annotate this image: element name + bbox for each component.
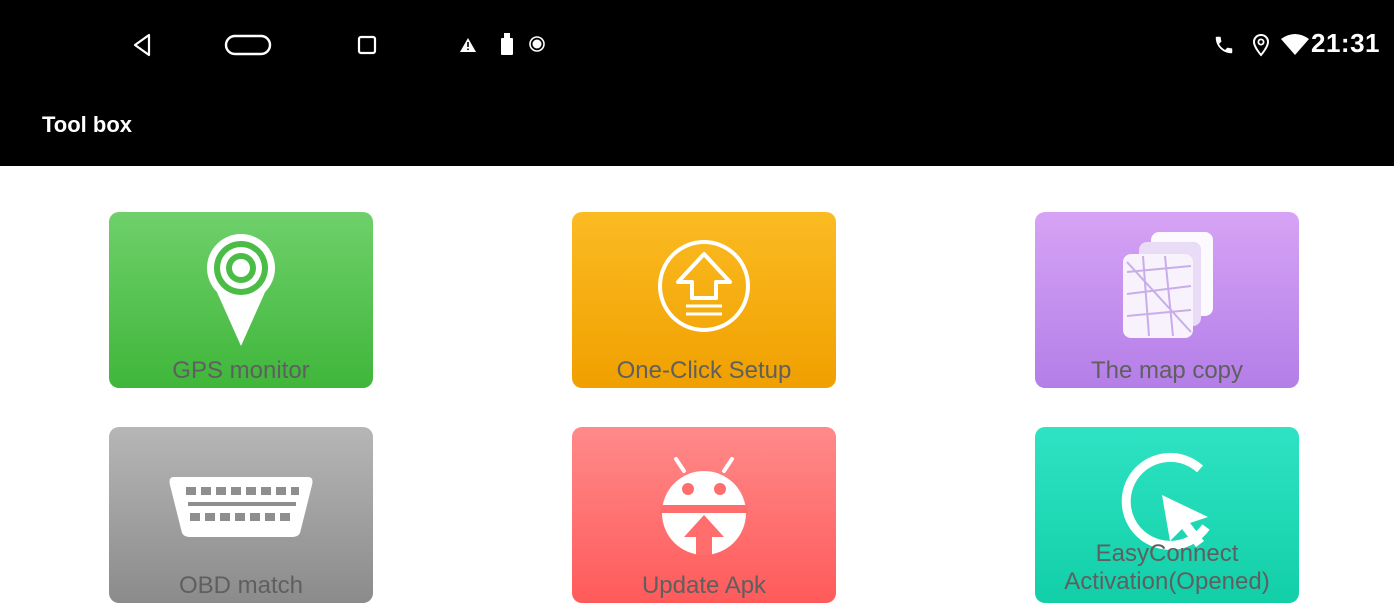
tool-tile-gps-monitor[interactable]: GPS monitor bbox=[109, 212, 373, 388]
status-clock: 21:31 bbox=[1311, 28, 1380, 58]
tool-tile-map-copy[interactable]: The map copy bbox=[1035, 212, 1299, 388]
tool-label-line2: Activation(Opened) bbox=[1064, 568, 1270, 595]
tool-label: GPS monitor bbox=[172, 357, 310, 384]
app-bar: Tool box bbox=[0, 88, 1394, 166]
record-icon bbox=[528, 35, 546, 53]
tool-label-line1: EasyConnect bbox=[1095, 540, 1239, 567]
tool-label: Update Apk bbox=[641, 572, 767, 599]
warning-icon bbox=[460, 37, 476, 53]
phone-icon bbox=[1212, 33, 1236, 57]
map-copy-icon bbox=[1117, 232, 1217, 342]
usb-icon bbox=[500, 33, 514, 55]
gps-pin-icon bbox=[196, 228, 286, 348]
tool-tile-easyconnect[interactable]: EasyConnect Activation(Opened) bbox=[1035, 427, 1299, 603]
tool-label: OBD match bbox=[178, 572, 304, 599]
tool-label: One-Click Setup bbox=[616, 357, 792, 384]
tool-label: The map copy bbox=[1090, 357, 1244, 384]
obd-connector-icon bbox=[166, 471, 316, 541]
back-icon[interactable] bbox=[130, 32, 154, 58]
home-icon[interactable] bbox=[224, 34, 272, 56]
page-title: Tool box bbox=[42, 112, 133, 137]
recents-icon[interactable] bbox=[356, 34, 378, 56]
upload-arrow-icon bbox=[656, 238, 752, 334]
status-bar: 21:31 bbox=[0, 0, 1394, 88]
tool-tile-one-click-setup[interactable]: One-Click Setup bbox=[572, 212, 836, 388]
tool-tile-update-apk[interactable]: Update Apk bbox=[572, 427, 836, 603]
android-update-icon bbox=[654, 455, 754, 555]
wifi-icon bbox=[1280, 33, 1310, 57]
location-icon bbox=[1250, 32, 1272, 58]
tool-tile-obd-match[interactable]: OBD match bbox=[109, 427, 373, 603]
